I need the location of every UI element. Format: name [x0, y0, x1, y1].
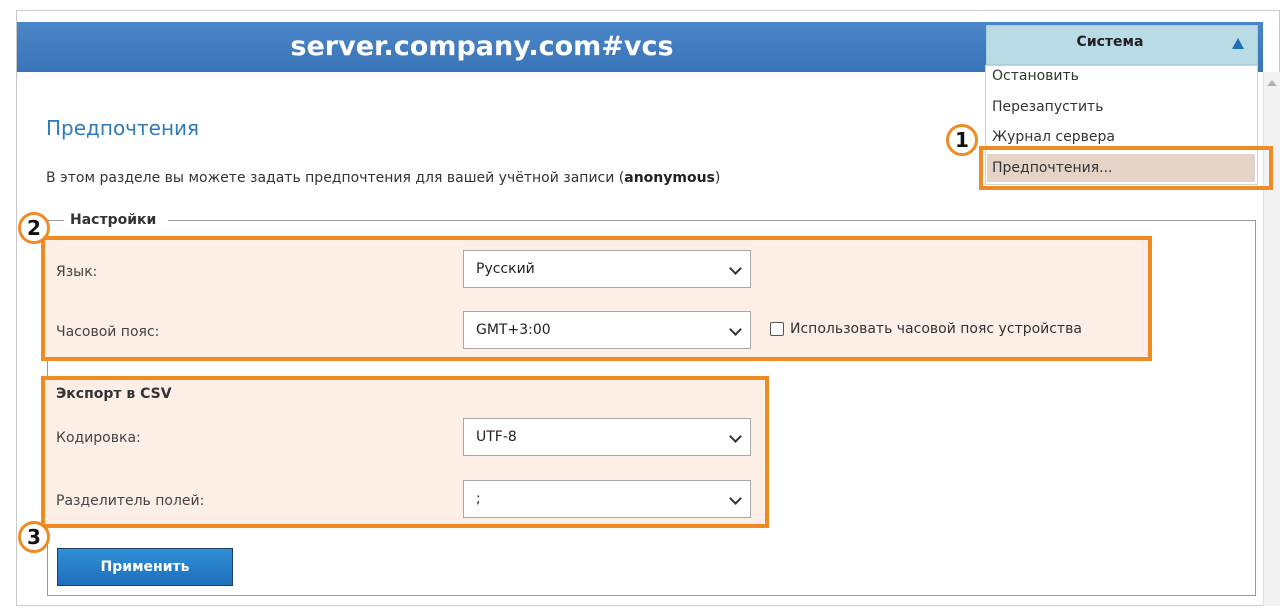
separator-label: Разделитель полей:	[56, 493, 205, 509]
description-prefix: В этом разделе вы можете задать предпочт…	[46, 170, 625, 186]
encoding-select[interactable]: UTF-8	[463, 418, 751, 456]
server-title: server.company.com#vcs	[290, 31, 674, 62]
language-label: Язык:	[56, 264, 98, 280]
page-description: В этом разделе вы можете задать предпочт…	[46, 170, 720, 186]
encoding-label: Кодировка:	[56, 430, 141, 446]
timezone-value: GMT+3:00	[476, 322, 551, 338]
scroll-up-icon[interactable]	[1267, 80, 1277, 86]
description-suffix: )	[714, 170, 721, 186]
language-select[interactable]: Русский	[463, 250, 751, 288]
callout-1: 1	[946, 124, 978, 156]
language-value: Русский	[476, 261, 535, 277]
timezone-label: Часовой пояс:	[56, 324, 160, 340]
encoding-value: UTF-8	[476, 429, 517, 445]
menu-item-stop[interactable]: Остановить	[992, 68, 1079, 84]
chevron-down-icon	[729, 492, 742, 505]
separator-value: ;	[476, 491, 481, 507]
use-device-timezone-checkbox[interactable]	[770, 322, 784, 336]
settings-legend: Настройки	[64, 212, 169, 228]
menu-item-server-log[interactable]: Журнал сервера	[992, 129, 1115, 145]
preferences-highlight	[979, 146, 1273, 190]
system-menu-title: Система	[1076, 34, 1144, 50]
chevron-down-icon	[729, 430, 742, 443]
caret-up-icon[interactable]	[1232, 38, 1244, 49]
account-name: anonymous	[624, 170, 715, 186]
csv-export-title: Экспорт в CSV	[56, 386, 172, 402]
apply-button[interactable]: Применить	[57, 548, 233, 586]
chevron-down-icon	[729, 262, 742, 275]
callout-3: 3	[18, 521, 50, 553]
separator-select[interactable]: ;	[463, 480, 751, 518]
use-device-timezone-label[interactable]: Использовать часовой пояс устройства	[790, 321, 1082, 337]
chevron-down-icon	[729, 323, 742, 336]
page-title: Предпочтения	[46, 116, 200, 140]
menu-item-restart[interactable]: Перезапустить	[992, 99, 1103, 115]
callout-2: 2	[18, 212, 50, 244]
timezone-select[interactable]: GMT+3:00	[463, 311, 751, 349]
